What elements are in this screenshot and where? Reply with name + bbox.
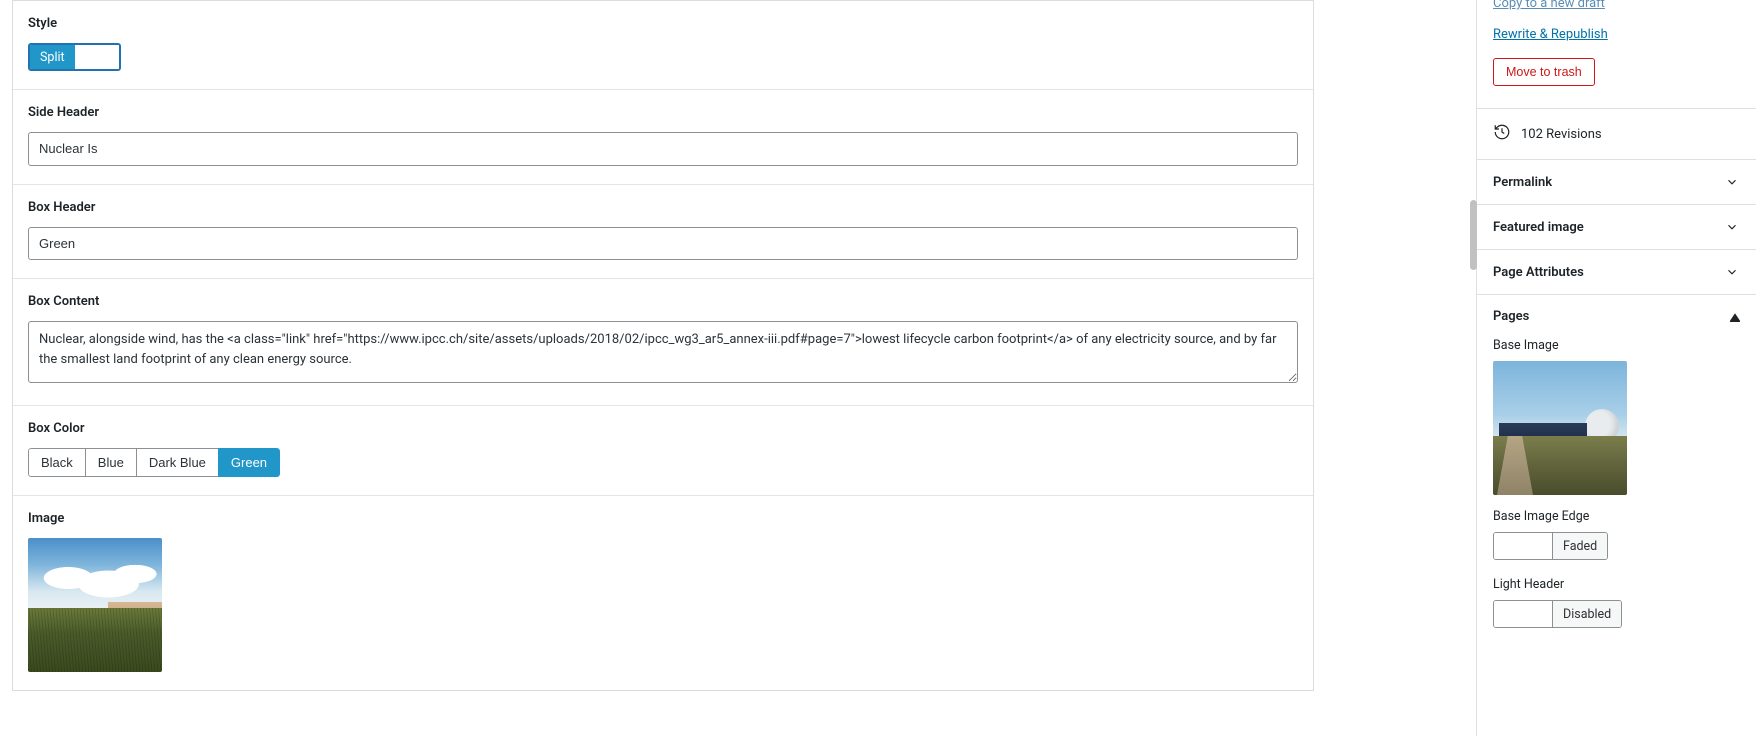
box-content-field: Box Content [13, 279, 1313, 406]
box-color-green[interactable]: Green [218, 448, 280, 477]
permalink-label: Permalink [1493, 175, 1552, 190]
light-header-value: Disabled [1552, 601, 1621, 627]
box-header-label: Box Header [28, 200, 1298, 215]
gap-area [1326, 0, 1476, 736]
box-color-field: Box Color Black Blue Dark Blue Green [13, 406, 1313, 496]
sidebar: Copy to a new draft Rewrite & Republish … [1476, 0, 1756, 736]
featured-image-panel[interactable]: Featured image [1477, 204, 1756, 249]
side-header-field: Side Header [13, 90, 1313, 185]
revisions-text: 102 Revisions [1521, 127, 1602, 142]
image-label: Image [28, 511, 1298, 526]
permalink-panel[interactable]: Permalink [1477, 159, 1756, 204]
image-thumbnail[interactable] [28, 538, 162, 672]
revisions-row[interactable]: 102 Revisions [1477, 108, 1756, 159]
box-color-darkblue[interactable]: Dark Blue [136, 448, 219, 477]
box-color-black[interactable]: Black [28, 448, 86, 477]
style-toggle-value: Split [30, 45, 75, 69]
copy-to-draft-link[interactable]: Copy to a new draft [1493, 0, 1740, 23]
box-color-group: Black Blue Dark Blue Green [28, 448, 280, 477]
history-icon [1493, 123, 1511, 145]
light-header-label: Light Header [1493, 577, 1740, 592]
pages-label: Pages [1493, 309, 1529, 324]
chevron-down-icon [1724, 219, 1740, 235]
style-toggle-blank [75, 45, 119, 69]
box-header-input[interactable] [28, 227, 1298, 261]
page-attributes-label: Page Attributes [1493, 265, 1584, 280]
box-color-blue[interactable]: Blue [85, 448, 137, 477]
base-image-edge-label: Base Image Edge [1493, 509, 1740, 524]
box-color-label: Box Color [28, 421, 1298, 436]
side-header-input[interactable] [28, 132, 1298, 166]
move-to-trash-button[interactable]: Move to trash [1493, 58, 1595, 86]
box-content-textarea[interactable] [28, 321, 1298, 383]
image-field: Image [13, 496, 1313, 690]
base-image-edge-value: Faded [1552, 533, 1607, 559]
box-header-field: Box Header [13, 185, 1313, 280]
side-header-label: Side Header [28, 105, 1298, 120]
style-label: Style [28, 16, 1298, 31]
box-content-label: Box Content [28, 294, 1298, 309]
base-image-label: Base Image [1493, 338, 1740, 353]
caret-up-icon [1730, 312, 1740, 322]
page-attributes-panel[interactable]: Page Attributes [1477, 249, 1756, 294]
chevron-down-icon [1724, 264, 1740, 280]
pages-panel-header[interactable]: Pages [1477, 294, 1756, 324]
style-toggle[interactable]: Split [28, 43, 121, 71]
style-field: Style Split [13, 1, 1313, 90]
base-image-edge-toggle[interactable]: Faded [1493, 532, 1608, 560]
base-image-thumbnail[interactable] [1493, 361, 1627, 495]
light-header-toggle[interactable]: Disabled [1493, 600, 1622, 628]
rewrite-republish-link[interactable]: Rewrite & Republish [1493, 23, 1740, 54]
featured-image-label: Featured image [1493, 220, 1584, 235]
sidebar-scrollbar[interactable] [1470, 200, 1477, 270]
chevron-down-icon [1724, 174, 1740, 190]
